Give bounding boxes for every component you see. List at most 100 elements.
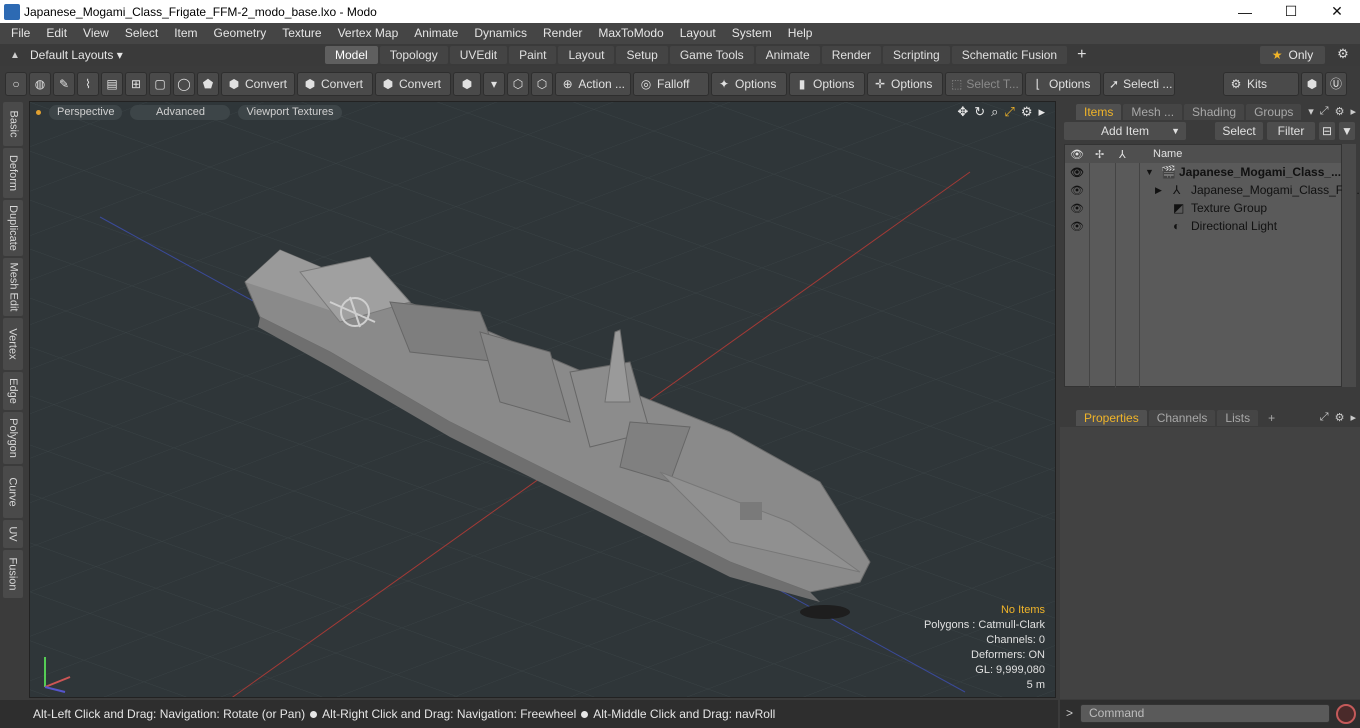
menu-view[interactable]: View	[75, 23, 117, 44]
layout-tab-animate[interactable]: Animate	[755, 46, 820, 64]
symmetry-icon[interactable]: ⬡	[507, 72, 529, 96]
layout-tab-topology[interactable]: Topology	[379, 46, 448, 64]
maximize-button[interactable]: ☐	[1268, 0, 1314, 23]
perspective-dropdown[interactable]: Perspective	[49, 104, 123, 120]
layout-tab-schematic-fusion[interactable]: Schematic Fusion	[951, 46, 1068, 64]
menu-file[interactable]: File	[3, 23, 38, 44]
play-icon[interactable]: ▸	[1038, 104, 1045, 120]
3d-viewport[interactable]: Perspective Advanced Viewport Textures ✥…	[29, 101, 1056, 698]
add-layout-button[interactable]: +	[1069, 46, 1094, 64]
unreal-icon[interactable]: Ⓤ	[1325, 72, 1347, 96]
eye-icon[interactable]: 👁	[1070, 166, 1084, 179]
menu-edit[interactable]: Edit	[38, 23, 75, 44]
shield-icon[interactable]: ⬟	[197, 72, 219, 96]
unity-icon[interactable]: ⬢	[1301, 72, 1323, 96]
tab-channels[interactable]: Channels	[1148, 410, 1216, 426]
eye-icon[interactable]: 👁	[1070, 220, 1084, 233]
kits-button[interactable]: ⚙ Kits	[1223, 72, 1299, 96]
convert-button-1[interactable]: ⬢ Convert	[221, 72, 295, 96]
menu-select[interactable]: Select	[117, 23, 166, 44]
menu-dynamics[interactable]: Dynamics	[466, 23, 535, 44]
tool-tab-mesh-edit[interactable]: Mesh Edit	[3, 258, 23, 316]
tool-tab-basic[interactable]: Basic	[3, 102, 23, 146]
add-item-button[interactable]: Add Item ▼	[1064, 122, 1186, 140]
brush-icon[interactable]: ⌇	[77, 72, 99, 96]
tool-tab-edge[interactable]: Edge	[3, 372, 23, 410]
expand-right-icon[interactable]: ▶	[1155, 185, 1162, 196]
menu-vertex-map[interactable]: Vertex Map	[330, 23, 407, 44]
layout-tab-game-tools[interactable]: Game Tools	[669, 46, 754, 64]
vertex-select-icon[interactable]: ○	[5, 72, 27, 96]
move-icon[interactable]: ✥	[957, 104, 968, 120]
tab-properties[interactable]: Properties	[1076, 410, 1147, 426]
circle-icon[interactable]: ◯	[173, 72, 195, 96]
eye-icon[interactable]: 👁	[1070, 184, 1084, 197]
menu-geometry[interactable]: Geometry	[206, 23, 275, 44]
menu-maxtomodo[interactable]: MaxToModo	[590, 23, 671, 44]
menu-item[interactable]: Item	[166, 23, 205, 44]
panel-gear-icon[interactable]: ⚙	[1335, 411, 1345, 424]
chevron-down-icon[interactable]: ▾	[483, 72, 505, 96]
layout-collapse-icon[interactable]: ▲	[0, 50, 30, 61]
add-tab-button[interactable]: +	[1260, 410, 1283, 426]
box-icon[interactable]: ⬢	[453, 72, 481, 96]
menu-render[interactable]: Render	[535, 23, 590, 44]
minimize-button[interactable]: —	[1222, 0, 1268, 23]
options-button-3[interactable]: ✛ Options	[867, 72, 943, 96]
tree-row-light[interactable]: 👁 ◐ Directional Light	[1065, 217, 1341, 235]
only-toggle[interactable]: ★ Only	[1260, 46, 1325, 64]
gear-icon[interactable]: ⚙	[1334, 46, 1352, 64]
expand-icon[interactable]: ⤢	[1320, 411, 1329, 424]
tree-row-scene[interactable]: 👁 ▼ 🎬 Japanese_Mogami_Class_...	[1065, 163, 1341, 181]
layout-tab-paint[interactable]: Paint	[509, 46, 557, 64]
tab-mesh[interactable]: Mesh ...	[1123, 104, 1183, 120]
tool-tab-vertex[interactable]: Vertex	[3, 318, 23, 370]
tool-tab-uv[interactable]: UV	[3, 520, 23, 548]
rotate-icon[interactable]: ↻	[974, 104, 985, 120]
layout-tab-setup[interactable]: Setup	[616, 46, 668, 64]
menu-help[interactable]: Help	[780, 23, 821, 44]
tool-tab-duplicate[interactable]: Duplicate	[3, 200, 23, 256]
viewport-textures-dropdown[interactable]: Viewport Textures	[238, 104, 342, 120]
selection-button[interactable]: ➚ Selecti ...	[1103, 72, 1175, 96]
layout-tab-uvedit[interactable]: UVEdit	[449, 46, 508, 64]
tool-tab-fusion[interactable]: Fusion	[3, 550, 23, 598]
play-icon[interactable]: ▸	[1350, 105, 1356, 118]
collapse-icon[interactable]: ⊟	[1319, 122, 1335, 140]
chevron-down-icon[interactable]: ▾	[1308, 105, 1314, 118]
menu-layout[interactable]: Layout	[672, 23, 724, 44]
play-icon[interactable]: ▸	[1350, 411, 1356, 424]
maximize-icon[interactable]: ⤢	[1004, 104, 1014, 120]
viewport-menu-dot[interactable]	[36, 109, 41, 115]
tree-row-texture-group[interactable]: 👁 ◩ Texture Group	[1065, 199, 1341, 217]
tab-shading[interactable]: Shading	[1184, 104, 1245, 120]
snap-icon[interactable]: ⬡	[531, 72, 553, 96]
menu-texture[interactable]: Texture	[274, 23, 329, 44]
select-through-button[interactable]: ⬚ Select T...	[945, 72, 1023, 96]
tree-scrollbar[interactable]	[1342, 144, 1356, 387]
expand-icon[interactable]: ⤢	[1320, 105, 1329, 118]
zoom-icon[interactable]: ⌕	[991, 104, 998, 120]
tool-tab-polygon[interactable]: Polygon	[3, 412, 23, 464]
expand-down-icon[interactable]: ▼	[1145, 167, 1154, 177]
action-center-button[interactable]: ⊕ Action ...	[555, 72, 631, 96]
tab-groups[interactable]: Groups	[1246, 104, 1302, 120]
panel-gear-icon[interactable]: ⚙	[1335, 105, 1345, 118]
advanced-dropdown[interactable]: Advanced	[130, 104, 231, 120]
eye-icon[interactable]: 👁	[1070, 202, 1084, 215]
menu-animate[interactable]: Animate	[406, 23, 466, 44]
name-column-header[interactable]: Name	[1153, 148, 1182, 160]
falloff-button[interactable]: ◎ Falloff	[633, 72, 709, 96]
options-button-1[interactable]: ✦ Options	[711, 72, 787, 96]
tool-tab-curve[interactable]: Curve	[3, 466, 23, 518]
convert-button-3[interactable]: ⬢ Convert	[375, 72, 451, 96]
tab-items[interactable]: Items	[1076, 104, 1122, 120]
viewport-gear-icon[interactable]: ⚙	[1021, 104, 1033, 120]
globe-icon[interactable]: ◍	[29, 72, 51, 96]
layout-tab-model[interactable]: Model	[325, 46, 378, 64]
menu-system[interactable]: System	[724, 23, 780, 44]
command-input[interactable]: Command	[1080, 704, 1330, 723]
options-button-2[interactable]: ▮ Options	[789, 72, 865, 96]
tool-tab-deform[interactable]: Deform	[3, 148, 23, 198]
select-button[interactable]: Select	[1215, 122, 1263, 140]
